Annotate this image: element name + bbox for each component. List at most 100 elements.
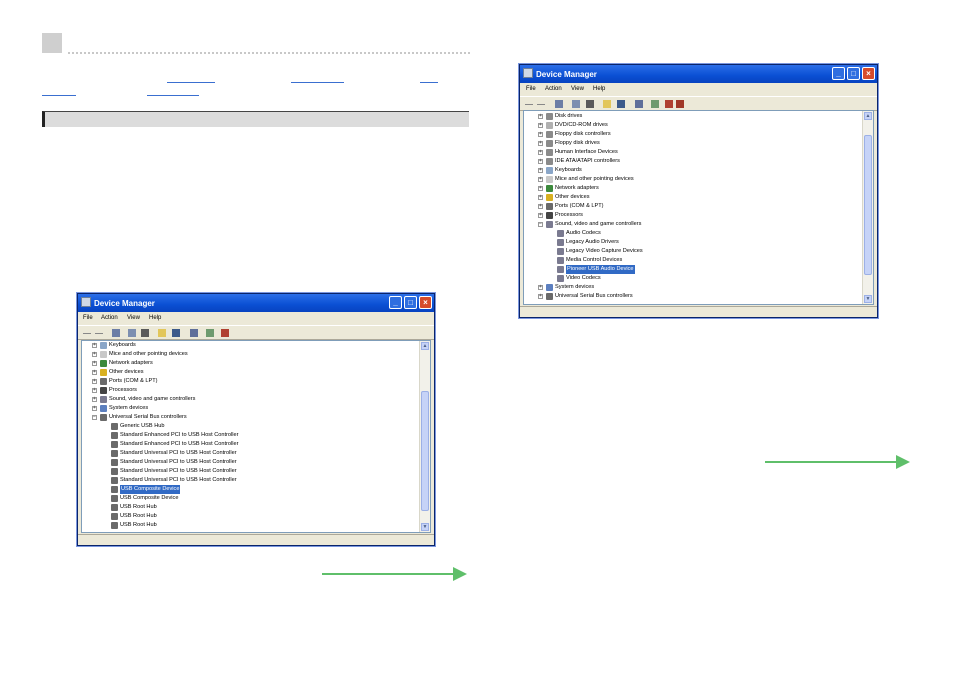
menu-help[interactable]: Help xyxy=(593,86,605,92)
maximize-icon[interactable]: □ xyxy=(847,67,860,80)
tree-item[interactable]: + IDE ATA/ATAPI controllers xyxy=(538,157,861,166)
menu-help[interactable]: Help xyxy=(149,315,161,321)
uninstall-icon[interactable] xyxy=(676,100,684,108)
tree-item[interactable]: + Other devices xyxy=(538,193,861,202)
expand-icon[interactable]: + xyxy=(538,141,543,146)
link-2[interactable] xyxy=(291,73,344,83)
tree-item[interactable]: Legacy Audio Drivers xyxy=(538,238,861,247)
link-3[interactable] xyxy=(420,73,438,83)
expand-icon[interactable]: + xyxy=(538,195,543,200)
update-driver-icon[interactable] xyxy=(206,329,214,337)
tree-item[interactable]: USB Root Hub xyxy=(92,512,418,521)
tree-item[interactable]: + Processors xyxy=(538,211,861,220)
scroll-up-icon[interactable]: ▲ xyxy=(421,342,429,350)
tree-item[interactable]: Legacy Video Capture Devices xyxy=(538,247,861,256)
properties-icon[interactable] xyxy=(555,100,563,108)
back-arrow-icon[interactable] xyxy=(83,333,91,334)
properties-icon[interactable] xyxy=(112,329,120,337)
tree-item[interactable]: + Human Interface Devices xyxy=(538,148,861,157)
tree-item[interactable]: + DVD/CD-ROM drives xyxy=(538,121,861,130)
expand-icon[interactable]: + xyxy=(538,285,543,290)
expand-icon[interactable]: + xyxy=(92,397,97,402)
tree-item[interactable]: + System devices xyxy=(538,283,861,292)
maximize-icon[interactable]: □ xyxy=(404,296,417,309)
print-icon[interactable] xyxy=(586,100,594,108)
expand-icon[interactable]: + xyxy=(538,168,543,173)
help-icon[interactable] xyxy=(158,329,166,337)
tree-item[interactable]: Standard Enhanced PCI to USB Host Contro… xyxy=(92,431,418,440)
tree-item[interactable]: + Mice and other pointing devices xyxy=(538,175,861,184)
forward-arrow-icon[interactable] xyxy=(537,104,545,105)
tree-item[interactable]: + Floppy disk drives xyxy=(538,139,861,148)
expand-icon[interactable]: + xyxy=(92,343,97,348)
expand-icon[interactable]: + xyxy=(538,186,543,191)
collapse-icon[interactable]: − xyxy=(92,415,97,420)
tree-item[interactable]: Standard Universal PCI to USB Host Contr… xyxy=(92,449,418,458)
device-manager-window-left[interactable]: Device Manager _ □ × File Action View He… xyxy=(77,293,435,546)
menu-action[interactable]: Action xyxy=(101,315,118,321)
tree-item[interactable]: − Universal Serial Bus controllers xyxy=(92,413,418,422)
expand-icon[interactable]: + xyxy=(92,388,97,393)
tree-item[interactable]: + Network adapters xyxy=(92,359,418,368)
device-tree[interactable]: ▲ ▼ + Keyboards + Mice and other pointing d… xyxy=(81,340,431,533)
title-bar[interactable]: Device Manager _ □ × xyxy=(520,65,877,83)
tree-item[interactable]: Standard Universal PCI to USB Host Contr… xyxy=(92,467,418,476)
tree-item[interactable]: Standard Enhanced PCI to USB Host Contro… xyxy=(92,440,418,449)
details-icon[interactable] xyxy=(172,329,180,337)
expand-icon[interactable]: + xyxy=(538,204,543,209)
scroll-up-icon[interactable]: ▲ xyxy=(864,112,872,120)
tree-item[interactable]: USB Root Hub xyxy=(92,503,418,512)
tree-item[interactable]: Generic USB Hub xyxy=(92,422,418,431)
tree-item[interactable]: − Sound, video and game controllers xyxy=(538,220,861,229)
expand-icon[interactable]: + xyxy=(538,159,543,164)
vertical-scrollbar[interactable]: ▲ ▼ xyxy=(419,341,430,532)
scroll-thumb[interactable] xyxy=(864,135,872,275)
menu-view[interactable]: View xyxy=(571,86,584,92)
tree-item[interactable]: + Keyboards xyxy=(538,166,861,175)
tree-item[interactable]: Audio Codecs xyxy=(538,229,861,238)
details-icon[interactable] xyxy=(617,100,625,108)
collapse-icon[interactable]: − xyxy=(538,222,543,227)
expand-icon[interactable]: + xyxy=(538,150,543,155)
tree-item[interactable]: + System devices xyxy=(92,404,418,413)
tree-item[interactable]: + Processors xyxy=(92,386,418,395)
expand-icon[interactable]: + xyxy=(92,379,97,384)
disable-device-icon[interactable] xyxy=(665,100,673,108)
title-bar[interactable]: Device Manager _ □ × xyxy=(78,294,434,312)
expand-icon[interactable]: + xyxy=(538,177,543,182)
scroll-thumb[interactable] xyxy=(421,391,429,511)
link-1[interactable] xyxy=(167,73,215,83)
computer-icon[interactable] xyxy=(128,329,136,337)
expand-icon[interactable]: + xyxy=(538,294,543,299)
tree-item[interactable]: + Universal Serial Bus controllers xyxy=(538,292,861,301)
tree-item[interactable]: + Sound, video and game controllers xyxy=(92,395,418,404)
back-arrow-icon[interactable] xyxy=(525,104,533,105)
expand-icon[interactable]: + xyxy=(538,213,543,218)
menu-action[interactable]: Action xyxy=(545,86,562,92)
device-tree[interactable]: ▲ ▼ + Disk drives + DVD/CD-ROM drives + Flopp… xyxy=(523,110,874,305)
scan-hardware-icon[interactable] xyxy=(190,329,198,337)
tree-item-selected[interactable]: USB Composite Device xyxy=(92,485,418,494)
device-manager-window-right[interactable]: Device Manager _ □ × File Action View He… xyxy=(519,64,878,318)
tree-item[interactable]: + Other devices xyxy=(92,368,418,377)
tree-item[interactable]: USB Composite Device xyxy=(92,494,418,503)
expand-icon[interactable]: + xyxy=(538,114,543,119)
tree-item[interactable]: + Ports (COM & LPT) xyxy=(538,202,861,211)
expand-icon[interactable]: + xyxy=(538,132,543,137)
computer-icon[interactable] xyxy=(572,100,580,108)
tree-item[interactable]: + Ports (COM & LPT) xyxy=(92,377,418,386)
menu-file[interactable]: File xyxy=(83,315,93,321)
link-4[interactable] xyxy=(42,86,76,96)
update-driver-icon[interactable] xyxy=(651,100,659,108)
scroll-down-icon[interactable]: ▼ xyxy=(864,295,872,303)
scan-hardware-icon[interactable] xyxy=(635,100,643,108)
scroll-down-icon[interactable]: ▼ xyxy=(421,523,429,531)
expand-icon[interactable]: + xyxy=(92,352,97,357)
close-icon[interactable]: × xyxy=(419,296,432,309)
expand-icon[interactable]: + xyxy=(538,123,543,128)
menu-view[interactable]: View xyxy=(127,315,140,321)
tree-item[interactable]: + Floppy disk controllers xyxy=(538,130,861,139)
tree-item[interactable]: + Mice and other pointing devices xyxy=(92,350,418,359)
minimize-icon[interactable]: _ xyxy=(389,296,402,309)
tree-item[interactable]: Standard Universal PCI to USB Host Contr… xyxy=(92,458,418,467)
